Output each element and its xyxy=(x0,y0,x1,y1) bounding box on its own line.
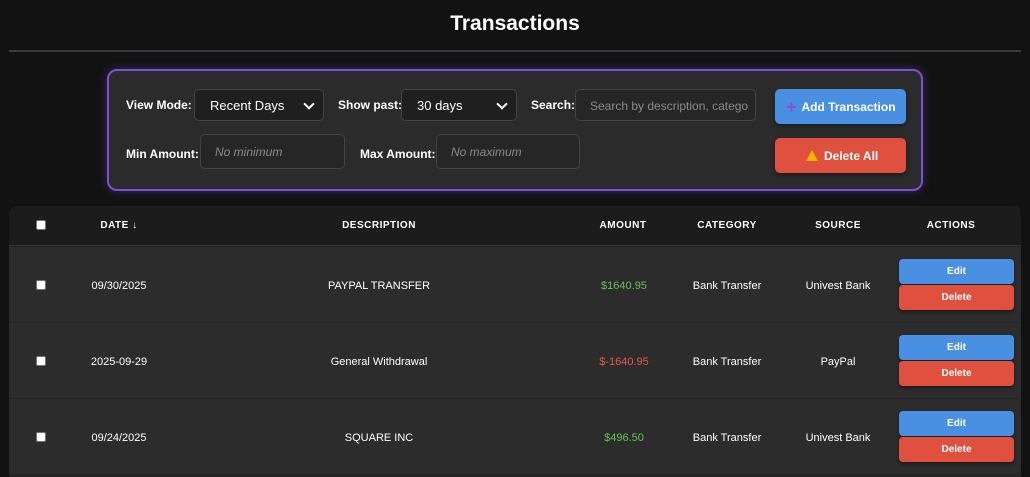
cell-amount: $-1640.95 xyxy=(599,356,649,368)
header-source: SOURCE xyxy=(815,220,861,231)
table-row: 09/24/2025 SQUARE INC $496.50 Bank Trans… xyxy=(9,399,1021,475)
header-date[interactable]: DATE ↓ xyxy=(79,220,159,231)
max-amount-placeholder: No maximum xyxy=(451,145,522,159)
show-past-value: 30 days xyxy=(417,98,463,113)
delete-button[interactable]: Delete xyxy=(899,437,1014,462)
header-category: CATEGORY xyxy=(697,220,757,231)
select-all-checkbox[interactable] xyxy=(36,220,46,230)
warning-icon xyxy=(806,150,818,161)
table-row: 2025-09-29 General Withdrawal $-1640.95 … xyxy=(9,323,1021,399)
cell-source: Univest Bank xyxy=(805,432,871,444)
row-checkbox[interactable] xyxy=(36,356,46,366)
add-transaction-label: Add Transaction xyxy=(801,99,896,114)
edit-button[interactable]: Edit xyxy=(899,335,1014,360)
view-mode-label: View Mode: xyxy=(126,98,192,112)
delete-all-button[interactable]: Delete All xyxy=(775,138,906,173)
search-input[interactable]: Search by description, catego xyxy=(575,89,756,121)
cell-category: Bank Transfer xyxy=(692,356,762,368)
row-checkbox[interactable] xyxy=(36,280,46,290)
cell-date: 09/30/2025 xyxy=(91,280,147,292)
show-past-select[interactable]: 30 days xyxy=(401,89,517,121)
search-placeholder: Search by description, catego xyxy=(590,99,749,113)
page-title: Transactions xyxy=(450,12,580,35)
cell-amount: $496.50 xyxy=(604,432,644,444)
delete-all-label: Delete All xyxy=(824,148,879,163)
search-label: Search: xyxy=(531,98,576,112)
cell-source: Univest Bank xyxy=(805,280,871,292)
edit-button[interactable]: Edit xyxy=(899,259,1014,284)
header-amount: AMOUNT xyxy=(599,220,647,231)
cell-description: General Withdrawal xyxy=(330,356,428,368)
filter-panel: View Mode: Recent Days Show past: 30 day… xyxy=(107,69,923,191)
cell-category: Bank Transfer xyxy=(692,280,762,292)
header-description: DESCRIPTION xyxy=(342,220,416,231)
min-amount-placeholder: No minimum xyxy=(215,145,283,159)
show-past-label: Show past: xyxy=(338,98,403,112)
cell-amount: $1640.95 xyxy=(601,280,647,292)
plus-icon: + xyxy=(786,96,797,117)
transactions-page: Transactions View Mode: Recent Days Show… xyxy=(0,0,1030,477)
cell-date: 09/24/2025 xyxy=(91,432,147,444)
edit-button[interactable]: Edit xyxy=(899,411,1014,436)
table-header: DATE ↓ DESCRIPTION AMOUNT CATEGORY SOURC… xyxy=(9,206,1021,246)
cell-date: 2025-09-29 xyxy=(90,356,148,368)
view-mode-value: Recent Days xyxy=(210,98,285,113)
cell-category: Bank Transfer xyxy=(692,432,762,444)
transactions-table: DATE ↓ DESCRIPTION AMOUNT CATEGORY SOURC… xyxy=(9,206,1021,477)
delete-button[interactable]: Delete xyxy=(899,361,1014,386)
delete-button[interactable]: Delete xyxy=(899,285,1014,310)
view-mode-select[interactable]: Recent Days xyxy=(194,89,324,121)
row-checkbox[interactable] xyxy=(36,432,46,442)
add-transaction-button[interactable]: + Add Transaction xyxy=(775,89,906,124)
cell-description: PAYPAL TRANSFER xyxy=(327,280,431,292)
max-amount-label: Max Amount: xyxy=(360,147,436,161)
min-amount-label: Min Amount: xyxy=(126,147,199,161)
min-amount-input[interactable]: No minimum xyxy=(200,134,345,169)
cell-description: SQUARE INC xyxy=(344,432,414,444)
cell-source: PayPal xyxy=(820,356,856,368)
table-row: 09/30/2025 PAYPAL TRANSFER $1640.95 Bank… xyxy=(9,247,1021,323)
max-amount-input[interactable]: No maximum xyxy=(436,134,580,169)
title-divider xyxy=(9,50,1021,52)
chevron-down-icon xyxy=(496,98,508,110)
chevron-down-icon xyxy=(303,98,315,110)
header-actions: ACTIONS xyxy=(926,220,976,231)
